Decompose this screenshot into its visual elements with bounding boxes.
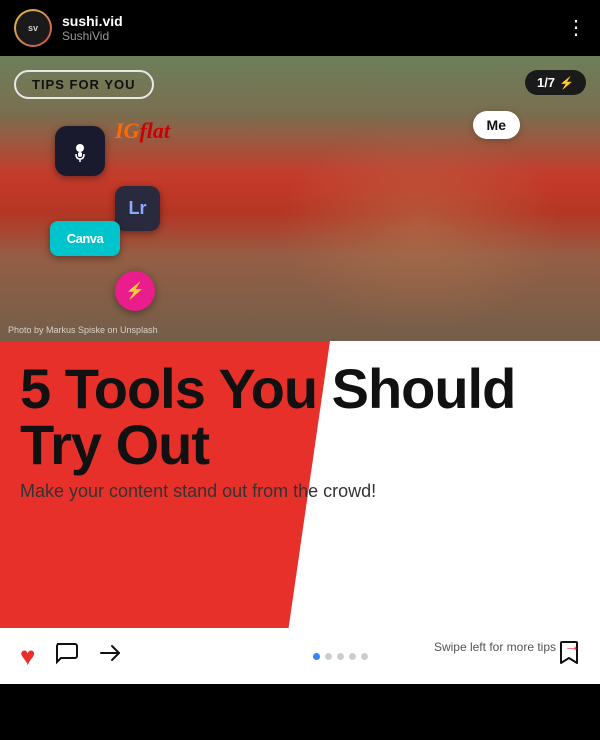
- tips-label: TIPS FOR YOU: [32, 77, 136, 92]
- subtitle: Make your content stand out from the cro…: [20, 481, 580, 502]
- username: sushi.vid: [62, 13, 123, 29]
- lightroom-icon: Lr: [115, 186, 160, 231]
- main-title-text: 5 Tools You Should Try Out: [20, 357, 515, 476]
- header: sv sushi.vid SushiVid ⋮: [0, 0, 600, 56]
- avatar-inner: sv: [16, 11, 50, 45]
- tips-banner: TIPS FOR YOU: [14, 70, 154, 99]
- mic-icon: [55, 126, 105, 176]
- avatar[interactable]: sv: [14, 9, 52, 47]
- canva-icon: Canva: [50, 221, 120, 256]
- main-title: 5 Tools You Should Try Out: [20, 361, 580, 473]
- header-left: sv sushi.vid SushiVid: [14, 9, 123, 47]
- photo-credit: Photo by Markus Spiske on Unsplash: [8, 325, 158, 335]
- swipe-arrow-icon: →: [564, 638, 580, 656]
- me-bubble: Me: [473, 111, 520, 139]
- swipe-hint: Swipe left for more tips →: [20, 638, 580, 664]
- text-block: 5 Tools You Should Try Out Make your con…: [20, 361, 580, 502]
- header-username: sushi.vid SushiVid: [62, 13, 123, 43]
- swipe-text: Swipe left for more tips: [434, 640, 556, 654]
- display-name: SushiVid: [62, 29, 123, 43]
- counter-text: 1/7: [537, 75, 555, 90]
- pink-app-icon: ⚡: [115, 271, 155, 311]
- counter-badge: 1/7 ⚡: [525, 70, 586, 95]
- more-icon[interactable]: ⋮: [566, 18, 586, 38]
- counter-icon: ⚡: [559, 76, 574, 90]
- ig-icon: IGflat: [115, 111, 170, 151]
- card-container: TIPS FOR YOU 1/7 ⚡ IGflat: [0, 56, 600, 684]
